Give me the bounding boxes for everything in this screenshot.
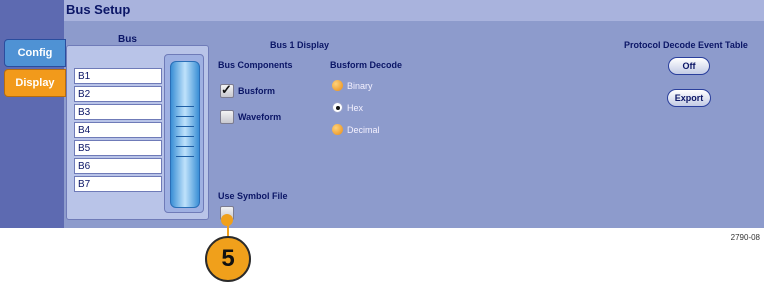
grip-line — [176, 136, 194, 137]
bus-display-header: Bus 1 Display — [270, 40, 330, 50]
bus-list: B1 B2 B3 B4 B5 B6 B7 — [66, 45, 209, 220]
grip-line — [176, 146, 194, 147]
waveform-label: Waveform — [238, 112, 282, 122]
bus-list-item-b2[interactable]: B2 — [74, 86, 162, 102]
title-bar: Bus Setup — [0, 0, 764, 21]
decode-binary-label: Binary — [347, 81, 373, 91]
protocol-table-header: Protocol Decode Event Table — [624, 40, 748, 50]
grip-line — [176, 126, 194, 127]
tab-config[interactable]: Config — [4, 39, 66, 67]
export-button[interactable]: Export — [667, 89, 711, 107]
decode-hex-label: Hex — [347, 103, 364, 113]
decode-decimal-radio[interactable] — [332, 124, 343, 135]
bus-list-item-b5[interactable]: B5 — [74, 140, 162, 156]
waveform-checkbox[interactable] — [220, 110, 234, 124]
bus-list-header: Bus — [118, 34, 137, 45]
busform-label: Busform — [238, 86, 276, 96]
grip-line — [176, 156, 194, 157]
decode-decimal-label: Decimal — [347, 125, 380, 135]
bus-list-item-b6[interactable]: B6 — [74, 158, 162, 174]
bus-list-item-b7[interactable]: B7 — [74, 176, 162, 192]
bus-list-item-b4[interactable]: B4 — [74, 122, 162, 138]
title-bar-accent — [0, 0, 64, 21]
bus-list-item-b1[interactable]: B1 — [74, 68, 162, 84]
scrollbar-thumb[interactable] — [170, 61, 200, 208]
grip-line — [176, 116, 194, 117]
bus-list-item-b3[interactable]: B3 — [74, 104, 162, 120]
callout-pointer-line — [227, 222, 229, 236]
bus-setup-panel: Bus Setup Config Display Bus B1 B2 B3 B4… — [0, 0, 764, 228]
bus-components-header: Bus Components — [218, 60, 293, 70]
symbol-file-label: Use Symbol File — [218, 191, 288, 201]
callout-marker: 5 — [205, 236, 251, 282]
figure-number: 2790-08 — [730, 233, 760, 242]
check-icon: ✓ — [221, 82, 232, 97]
decode-binary-radio[interactable] — [332, 80, 343, 91]
decode-hex-radio[interactable] — [332, 102, 343, 113]
grip-line — [176, 106, 194, 107]
tab-display[interactable]: Display — [4, 69, 66, 97]
protocol-off-button[interactable]: Off — [668, 57, 710, 75]
busform-decode-header: Busform Decode — [330, 60, 403, 70]
radio-selected-dot — [336, 106, 340, 110]
busform-checkbox[interactable]: ✓ — [220, 82, 234, 98]
bus-list-scrollbar[interactable] — [164, 54, 204, 213]
window-title: Bus Setup — [66, 2, 131, 17]
